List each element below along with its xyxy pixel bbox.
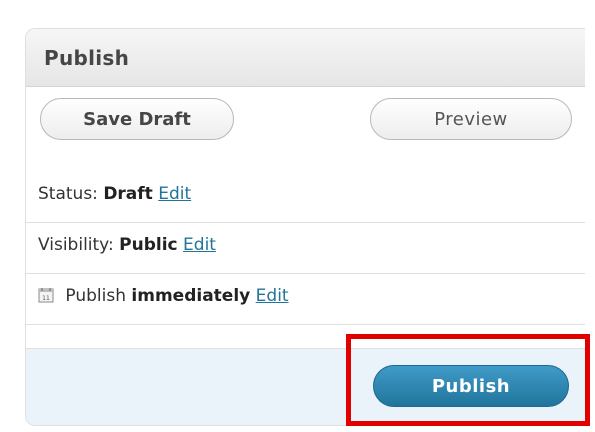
publish-button[interactable]: Publish	[373, 365, 569, 407]
status-label: Status:	[38, 184, 98, 204]
publish-footer: Publish	[26, 348, 585, 425]
panel-header[interactable]: Publish	[26, 29, 585, 87]
save-draft-button[interactable]: Save Draft	[40, 98, 234, 140]
calendar-icon: 11	[38, 287, 54, 303]
schedule-value: immediately	[131, 286, 251, 306]
status-value: Draft	[103, 184, 153, 204]
schedule-row: 11 Publish immediately Edit	[26, 274, 585, 325]
schedule-label: Publish	[65, 286, 127, 306]
visibility-label: Visibility:	[38, 235, 114, 255]
publish-panel: Publish Save Draft Preview Status: Draft…	[25, 28, 585, 426]
status-row: Status: Draft Edit	[26, 172, 585, 223]
visibility-edit-link[interactable]: Edit	[183, 235, 216, 255]
visibility-value: Public	[119, 235, 178, 255]
status-edit-link[interactable]: Edit	[158, 184, 191, 204]
schedule-edit-link[interactable]: Edit	[256, 286, 289, 306]
svg-text:11: 11	[42, 295, 50, 302]
visibility-row: Visibility: Public Edit	[26, 223, 585, 274]
action-buttons-row: Save Draft Preview	[26, 87, 585, 172]
preview-button[interactable]: Preview	[370, 98, 572, 140]
panel-title: Publish	[44, 45, 130, 70]
